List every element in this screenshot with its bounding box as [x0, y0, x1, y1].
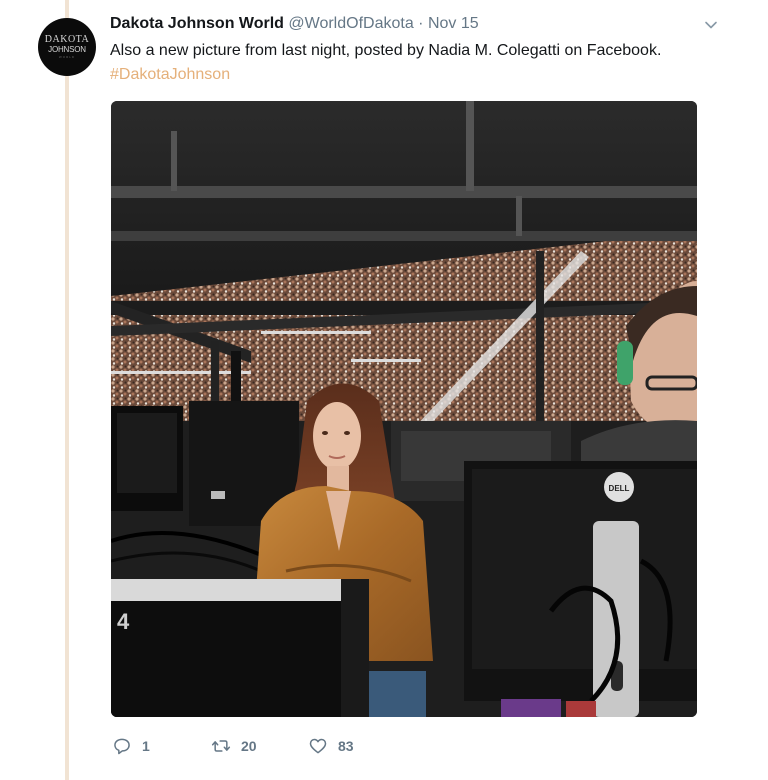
- author-name[interactable]: Dakota Johnson World: [110, 15, 284, 32]
- separator-dot: ·: [418, 15, 424, 32]
- avatar-line2: JOHNSON: [48, 45, 86, 54]
- photo-illustration: 4 DELL: [111, 101, 697, 717]
- avatar-line1: DAKOTA: [44, 34, 90, 45]
- heart-icon: [309, 738, 327, 754]
- svg-text:4: 4: [117, 609, 130, 634]
- reply-button[interactable]: 1: [112, 736, 150, 756]
- tweet-text: Also a new picture from last night, post…: [110, 42, 662, 59]
- retweet-button[interactable]: 20: [211, 736, 257, 756]
- retweet-count: 20: [241, 738, 257, 754]
- thread-line: [65, 0, 69, 780]
- reply-icon: [114, 738, 130, 755]
- monitor-brand: DELL: [609, 484, 630, 493]
- tweet-header: Dakota Johnson World @WorldOfDakota · No…: [110, 15, 479, 33]
- like-button[interactable]: 83: [308, 736, 354, 756]
- like-count: 83: [338, 738, 354, 754]
- hashtag-link[interactable]: #DakotaJohnson: [110, 66, 230, 84]
- tweet-date[interactable]: Nov 15: [428, 15, 479, 32]
- avatar-line3: WORLD: [58, 55, 76, 59]
- tweet-photo[interactable]: 4 DELL: [111, 101, 697, 717]
- avatar[interactable]: DAKOTA JOHNSON WORLD: [38, 18, 96, 76]
- retweet-icon: [211, 740, 231, 752]
- reply-count: 1: [142, 738, 150, 754]
- chevron-down-icon[interactable]: [704, 18, 718, 32]
- author-handle[interactable]: @WorldOfDakota: [288, 15, 413, 32]
